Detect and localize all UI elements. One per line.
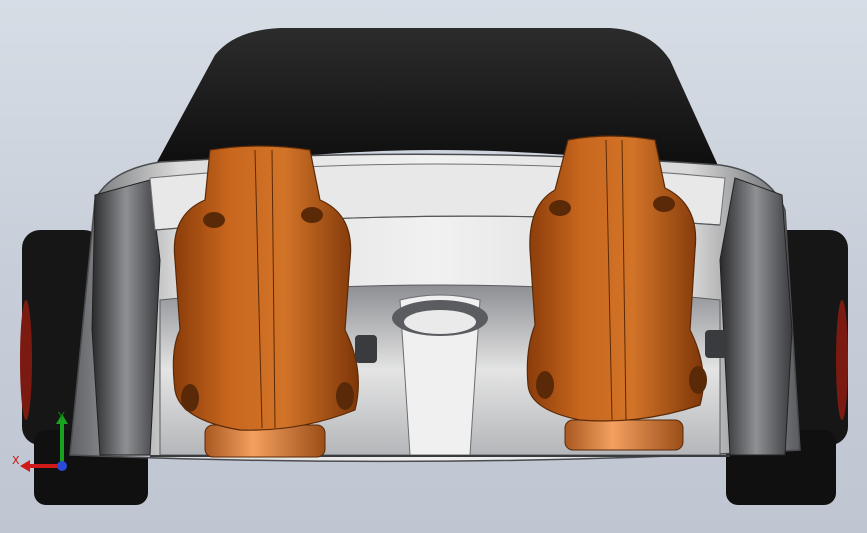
cad-viewport[interactable]: Y X — [0, 0, 867, 533]
y-axis-label: Y — [58, 410, 65, 423]
axis-triad: Y X — [12, 410, 82, 480]
triad-arrows — [20, 414, 68, 472]
x-axis-label: X — [12, 454, 20, 467]
left-buckle — [355, 335, 377, 363]
right-door-panel — [719, 177, 793, 456]
car-interior-model[interactable] — [0, 0, 867, 533]
left-door-panel — [91, 179, 161, 456]
right-buckle — [705, 330, 727, 358]
